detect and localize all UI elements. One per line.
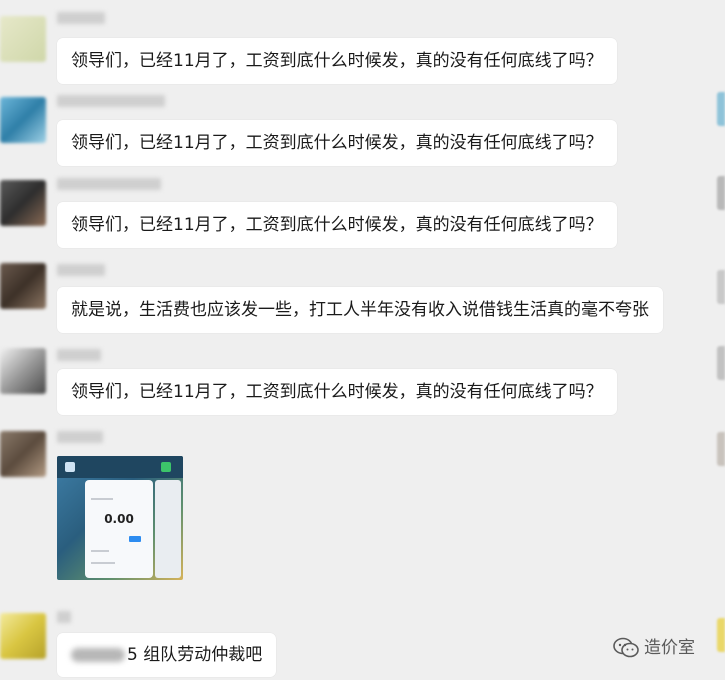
wallet-amount: 0.00 xyxy=(104,512,134,526)
message-bubble[interactable]: 领导们，已经11月了，工资到底什么时候发，真的没有任何底线了吗？ xyxy=(57,38,617,84)
mention-blurred xyxy=(71,648,125,662)
avatar[interactable] xyxy=(0,180,46,226)
screenshot-status-bar xyxy=(57,456,183,478)
watermark: 造价室 xyxy=(612,636,695,660)
wallet-button xyxy=(129,536,141,542)
avatar-edge xyxy=(717,618,725,652)
sender-name-blurred xyxy=(57,431,103,443)
image-message[interactable]: 0.00 xyxy=(57,456,183,580)
avatar[interactable] xyxy=(0,431,46,477)
sender-name-blurred xyxy=(57,349,101,361)
screenshot-side-panel xyxy=(155,480,181,578)
message-text: 5 组队劳动仲裁吧 xyxy=(127,645,263,665)
message-bubble[interactable]: 领导们，已经11月了，工资到底什么时候发，真的没有任何底线了吗？ xyxy=(57,120,617,166)
wallet-line xyxy=(91,550,109,552)
message-bubble[interactable]: 5 组队劳动仲裁吧 xyxy=(57,633,277,677)
wechat-official-account-icon xyxy=(613,637,639,658)
avatar-edge xyxy=(717,432,725,466)
avatar-edge xyxy=(717,176,725,210)
app-icon xyxy=(65,462,75,472)
sender-name-blurred xyxy=(57,264,105,276)
wechat-icon xyxy=(161,462,171,472)
avatar[interactable] xyxy=(0,348,46,394)
watermark-text: 造价室 xyxy=(644,638,695,658)
sender-name-blurred xyxy=(57,611,71,623)
avatar[interactable] xyxy=(0,613,46,659)
avatar-edge xyxy=(717,270,725,304)
sender-name-blurred xyxy=(57,95,165,107)
wallet-line xyxy=(91,498,113,500)
sender-name-blurred xyxy=(57,178,161,190)
avatar-edge xyxy=(717,346,725,380)
message-bubble[interactable]: 领导们，已经11月了，工资到底什么时候发，真的没有任何底线了吗？ xyxy=(57,369,617,415)
avatar-edge xyxy=(717,92,725,126)
avatar[interactable] xyxy=(0,16,46,62)
wallet-line xyxy=(91,562,115,564)
avatar[interactable] xyxy=(0,97,46,143)
message-bubble[interactable]: 领导们，已经11月了，工资到底什么时候发，真的没有任何底线了吗？ xyxy=(57,202,617,248)
sender-name-blurred xyxy=(57,12,105,24)
message-bubble[interactable]: 就是说，生活费也应该发一些，打工人半年没有收入说借钱生活真的毫不夸张 xyxy=(57,287,663,333)
avatar[interactable] xyxy=(0,263,46,309)
chat-message-list: 领导们，已经11月了，工资到底什么时候发，真的没有任何底线了吗？ 领导们，已经1… xyxy=(0,0,725,680)
wallet-card: 0.00 xyxy=(85,480,153,578)
